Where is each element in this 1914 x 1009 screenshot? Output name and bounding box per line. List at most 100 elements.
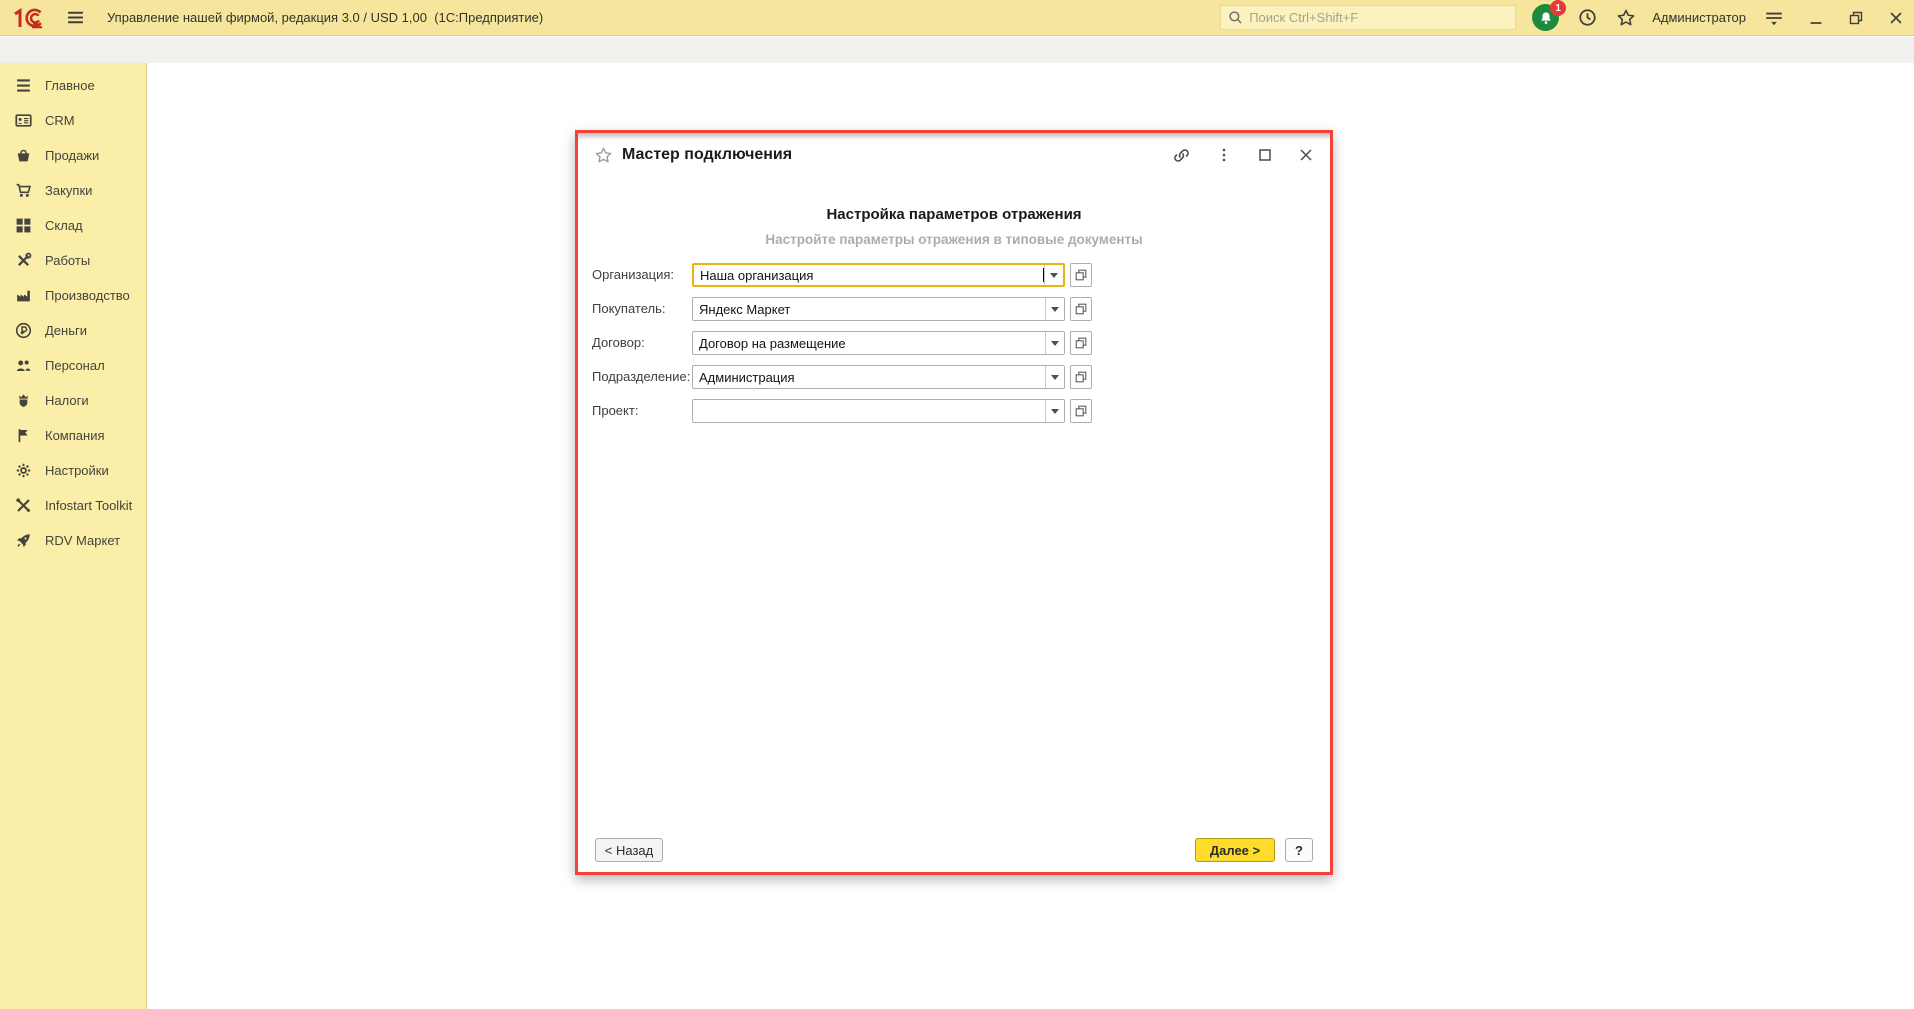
sidebar-item-crm[interactable]: CRM [0, 103, 146, 138]
customer-field[interactable]: Яндекс Маркет [692, 297, 1065, 321]
dropdown-button[interactable] [1045, 332, 1064, 354]
minimize-button[interactable] [1808, 10, 1824, 26]
form-row-customer: Покупатель: Яндекс Маркет [592, 297, 1316, 321]
sidebar-item-personnel[interactable]: Персонал [0, 348, 146, 383]
main-menu-icon[interactable] [66, 8, 85, 27]
history-button[interactable] [1577, 7, 1598, 28]
sidebar-item-production[interactable]: Производство [0, 278, 146, 313]
chevron-down-icon [1051, 374, 1059, 380]
dropdown-button[interactable] [1045, 400, 1064, 422]
open-form-icon [1075, 303, 1087, 315]
restore-icon [1849, 11, 1863, 24]
close-dialog-button[interactable] [1298, 147, 1314, 163]
next-button[interactable]: Далее > [1195, 838, 1275, 862]
sidebar-item-infostart-toolkit[interactable]: Infostart Toolkit [0, 488, 146, 523]
tools-icon [18, 252, 32, 266]
sidebar-item-taxes[interactable]: Налоги [0, 383, 146, 418]
contract-field[interactable]: Договор на размещение [692, 331, 1065, 355]
topbar-right: 1 Администратор [1220, 0, 1904, 31]
user-menu[interactable]: Администратор [1652, 10, 1746, 25]
sidebar-item-label: CRM [45, 113, 75, 128]
sidebar-item-label: Компания [45, 428, 105, 443]
search-icon [1229, 11, 1242, 24]
chevron-down-icon [1051, 306, 1059, 312]
wizard-step-subheading: Настройте параметры отражения в типовые … [765, 232, 1143, 247]
open-form-icon [1075, 405, 1087, 417]
back-button[interactable]: < Назад [595, 838, 663, 862]
basket-icon [17, 149, 30, 162]
menu-lines-icon [17, 79, 30, 92]
app-title: Управление нашей фирмой, редакция 3.0 / … [107, 10, 544, 25]
dialog-title: Мастер подключения [622, 146, 793, 163]
open-form-icon [1075, 371, 1087, 383]
close-window-button[interactable] [1888, 10, 1904, 26]
contact-card-icon [15, 114, 32, 127]
maximize-icon [1259, 149, 1271, 161]
wizard-step-heading: Настройка параметров отражения [826, 206, 1082, 223]
notification-badge: 1 [1550, 0, 1567, 16]
dropdown-button[interactable] [1044, 265, 1063, 285]
favorites-button[interactable] [1616, 8, 1636, 28]
dropdown-button[interactable] [1045, 298, 1064, 320]
field-label: Договор: [592, 335, 645, 350]
project-field[interactable] [692, 399, 1065, 423]
close-icon [1300, 149, 1312, 161]
sidebar-item-sales[interactable]: Продажи [0, 138, 146, 173]
factory-icon [17, 290, 30, 302]
sidebar-item-money[interactable]: Деньги [0, 313, 146, 348]
open-contract-button[interactable] [1070, 331, 1092, 355]
open-windows-bar [0, 37, 1914, 63]
notifications-button[interactable]: 1 [1532, 0, 1567, 31]
link-icon [1174, 148, 1189, 162]
restore-button[interactable] [1848, 10, 1864, 26]
department-field[interactable]: Администрация [692, 365, 1065, 389]
global-search[interactable] [1220, 5, 1517, 30]
open-form-icon [1075, 269, 1087, 281]
dialog-titlebar: Мастер подключения [594, 143, 1314, 167]
ruble-coin-icon [15, 322, 32, 339]
people-icon [16, 360, 31, 372]
sidebar-item-main[interactable]: Главное [0, 68, 146, 103]
sidebar-item-label: Infostart Toolkit [45, 498, 133, 513]
field-value: Договор на размещение [699, 335, 846, 351]
sidebar-item-company[interactable]: Компания [0, 418, 146, 453]
sidebar-item-label: Налоги [45, 393, 89, 408]
more-actions-button[interactable] [1216, 146, 1232, 164]
form-row-project: Проект: [592, 399, 1316, 423]
dropdown-button[interactable] [1045, 366, 1064, 388]
form-row-department: Подразделение: Администрация [592, 365, 1316, 389]
close-icon [1890, 11, 1902, 24]
sidebar-item-label: Работы [45, 253, 91, 268]
sidebar-item-rdv-market[interactable]: RDV Маркет [0, 523, 146, 558]
open-department-button[interactable] [1070, 365, 1092, 389]
maximize-dialog-button[interactable] [1257, 147, 1273, 163]
sidebar-item-works[interactable]: Работы [0, 243, 146, 278]
1c-logo-icon[interactable] [12, 6, 48, 30]
open-project-button[interactable] [1070, 399, 1092, 423]
wizard-form: Организация: Наша организация Покупатель… [592, 263, 1316, 433]
help-button[interactable]: ? [1285, 838, 1313, 862]
favorite-star-icon[interactable] [594, 146, 613, 165]
sidebar-item-label: Персонал [45, 358, 105, 373]
field-value: Яндекс Маркет [699, 301, 791, 317]
field-label: Подразделение: [592, 369, 691, 384]
chevron-down-icon [1050, 272, 1058, 278]
gear-icon [16, 463, 31, 478]
open-customer-button[interactable] [1070, 297, 1092, 321]
sidebar-item-purchases[interactable]: Закупки [0, 173, 146, 208]
search-input[interactable] [1249, 10, 1509, 25]
cart-icon [16, 183, 32, 197]
open-organization-button[interactable] [1070, 263, 1092, 287]
organization-field[interactable]: Наша организация [692, 263, 1065, 287]
form-row-organization: Организация: Наша организация [592, 263, 1316, 287]
sidebar-item-label: Закупки [45, 183, 93, 198]
sidebar-item-settings[interactable]: Настройки [0, 453, 146, 488]
sidebar-item-warehouse[interactable]: Склад [0, 208, 146, 243]
field-label: Проект: [592, 403, 639, 418]
service-menu-button[interactable] [1764, 8, 1784, 28]
get-link-button[interactable] [1172, 146, 1191, 165]
form-row-contract: Договор: Договор на размещение [592, 331, 1316, 355]
boxes-icon [16, 218, 31, 233]
emblem-icon [19, 394, 28, 407]
sidebar-item-label: Склад [45, 218, 83, 233]
